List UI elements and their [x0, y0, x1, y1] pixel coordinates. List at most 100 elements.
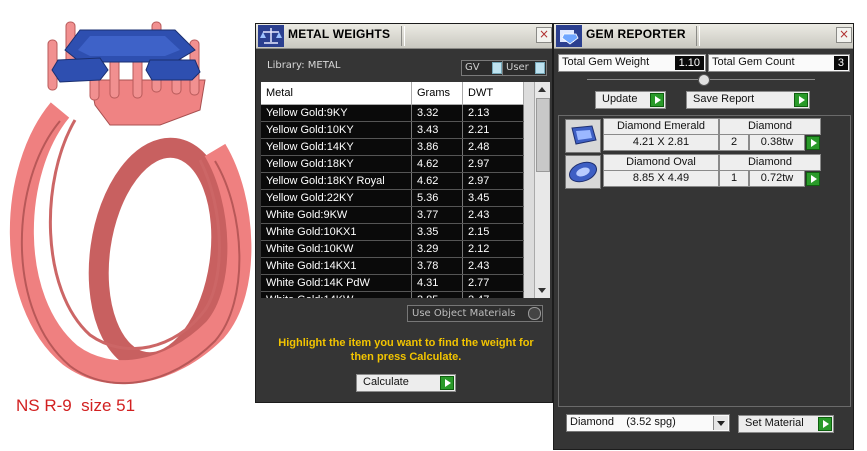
gem-count: 2: [719, 134, 749, 151]
user-toggle-knob: [535, 62, 545, 74]
cell-grams: 3.85: [411, 291, 463, 298]
play-icon: [650, 93, 664, 107]
total-gem-count-value: 3: [833, 56, 848, 70]
column-header-metal[interactable]: Metal: [261, 82, 412, 105]
table-header-row: Metal Grams DWT: [261, 82, 524, 105]
cell-grams: 3.32: [411, 104, 463, 122]
scroll-up-icon[interactable]: [538, 87, 546, 92]
gem-count: 1: [719, 170, 749, 187]
cell-dwt: 2.15: [462, 223, 524, 241]
table-row[interactable]: White Gold:14KX1 3.78 2.43: [261, 257, 524, 275]
cell-dwt: 2.47: [462, 291, 524, 298]
gem-entry[interactable]: Diamond Oval Diamond 8.85 X 4.49 1 0.72t…: [563, 154, 827, 189]
column-header-dwt[interactable]: DWT: [462, 82, 524, 105]
table-row[interactable]: White Gold:10KX1 3.35 2.15: [261, 223, 524, 241]
ring-model-image: [9, 21, 252, 385]
ring-render: NS R-9 size 51: [0, 0, 255, 451]
play-icon: [440, 376, 454, 390]
gem-entry[interactable]: Diamond Emerald Diamond 4.21 X 2.81 2 0.…: [563, 118, 827, 153]
table-row[interactable]: Yellow Gold:22KY 5.36 3.45: [261, 189, 524, 207]
cell-metal: Yellow Gold:18KY: [261, 155, 412, 173]
column-header-grams[interactable]: Grams: [411, 82, 463, 105]
gem-material: Diamond: [719, 154, 821, 171]
table-row[interactable]: Yellow Gold:10KY 3.43 2.21: [261, 121, 524, 139]
table-row[interactable]: Yellow Gold:9KY 3.32 2.13: [261, 104, 524, 122]
cell-grams: 3.86: [411, 138, 463, 156]
table-row[interactable]: White Gold:10KW 3.29 2.12: [261, 240, 524, 258]
total-gem-weight-value: 1.10: [674, 56, 704, 70]
cell-metal: Yellow Gold:22KY: [261, 189, 412, 207]
table-row[interactable]: Yellow Gold:18KY Royal 4.62 2.97: [261, 172, 524, 190]
metal-weights-titlebar: METAL WEIGHTS ×: [256, 24, 552, 49]
scroll-thumb[interactable]: [536, 98, 550, 172]
table-row[interactable]: White Gold:9KW 3.77 2.43: [261, 206, 524, 224]
cell-dwt: 2.43: [462, 257, 524, 275]
gem-list: Diamond Emerald Diamond 4.21 X 2.81 2 0.…: [558, 115, 851, 407]
gv-toggle[interactable]: GV: [461, 60, 504, 76]
set-material-label: Set Material: [745, 417, 804, 429]
table-row[interactable]: White Gold:14K PdW 4.31 2.77: [261, 274, 524, 292]
close-icon[interactable]: ×: [836, 27, 852, 43]
gem-reporter-titlebar: GEM REPORTER ×: [554, 24, 853, 49]
play-icon: [818, 417, 832, 431]
metal-weights-panel: METAL WEIGHTS × Library: METAL GV User M…: [255, 23, 553, 403]
metal-table: Metal Grams DWT Yellow Gold:9KY 3.32 2.13 Y…: [261, 82, 524, 298]
emerald-gem-icon: [565, 119, 601, 153]
cell-metal: White Gold:14KX1: [261, 257, 412, 275]
cell-metal: Yellow Gold:18KY Royal: [261, 172, 412, 190]
cell-grams: 3.43: [411, 121, 463, 139]
instructions-text: Highlight the item you want to find the …: [278, 337, 534, 363]
material-select[interactable]: Diamond (3.52 spg): [566, 414, 730, 432]
gv-toggle-label: GV: [465, 62, 480, 73]
cell-metal: White Gold:10KW: [261, 240, 412, 258]
total-gem-count-field: Total Gem Count 3: [708, 54, 850, 72]
slider-knob[interactable]: [698, 74, 710, 86]
metal-table-container: Metal Grams DWT Yellow Gold:9KY 3.32 2.13 Y…: [261, 82, 550, 298]
scale-icon: [258, 25, 284, 47]
user-toggle-label: User: [506, 62, 529, 73]
gem-weight: 0.72tw: [749, 170, 805, 187]
material-select-value: Diamond (3.52 spg): [570, 416, 676, 428]
cell-grams: 3.77: [411, 206, 463, 224]
cell-metal: White Gold:10KX1: [261, 223, 412, 241]
table-row[interactable]: Yellow Gold:18KY 4.62 2.97: [261, 155, 524, 173]
table-row[interactable]: White Gold:14KW3.852.47: [261, 291, 524, 298]
calculate-button[interactable]: Calculate: [356, 374, 456, 392]
calculate-label: Calculate: [363, 376, 409, 388]
metal-table-scrollbar[interactable]: [534, 82, 550, 298]
update-label: Update: [602, 93, 638, 105]
gem-shape: Diamond Emerald: [603, 118, 719, 135]
cell-grams: 3.35: [411, 223, 463, 241]
cell-dwt: 2.43: [462, 206, 524, 224]
ring-caption: NS R-9 size 51: [16, 396, 136, 415]
use-object-materials-toggle[interactable]: Use Object Materials: [407, 305, 543, 322]
update-button[interactable]: Update: [595, 91, 666, 109]
cell-grams: 4.31: [411, 274, 463, 292]
table-row[interactable]: Yellow Gold:14KY 3.86 2.48: [261, 138, 524, 156]
cell-metal: Yellow Gold:9KY: [261, 104, 412, 122]
cell-metal: White Gold:9KW: [261, 206, 412, 224]
chevron-down-icon[interactable]: [713, 416, 728, 430]
gem-size: 8.85 X 4.49: [603, 170, 719, 187]
gem-shape: Diamond Oval: [603, 154, 719, 171]
scroll-down-icon[interactable]: [538, 288, 546, 293]
save-report-button[interactable]: Save Report: [686, 91, 810, 109]
total-gem-count-label: Total Gem Count: [712, 56, 795, 68]
cell-dwt: 2.21: [462, 121, 524, 139]
gem-reporter-panel: GEM REPORTER × Total Gem Weight 1.10 Tot…: [553, 23, 854, 450]
cell-metal: Yellow Gold:14KY: [261, 138, 412, 156]
play-icon[interactable]: [806, 172, 820, 186]
gem-reporter-title: GEM REPORTER: [586, 27, 686, 41]
user-toggle[interactable]: User: [502, 60, 547, 76]
gv-toggle-knob: [492, 62, 502, 74]
cell-metal: White Gold:14K PdW: [261, 274, 412, 292]
cell-metal: Yellow Gold:10KY: [261, 121, 412, 139]
use-object-materials-label: Use Object Materials: [412, 308, 516, 319]
cell-dwt: 3.45: [462, 189, 524, 207]
set-material-button[interactable]: Set Material: [738, 415, 834, 433]
metal-weights-title: METAL WEIGHTS: [288, 27, 391, 41]
close-icon[interactable]: ×: [536, 27, 552, 43]
save-report-label: Save Report: [693, 93, 755, 105]
radio-icon: [528, 307, 541, 320]
play-icon[interactable]: [806, 136, 820, 150]
